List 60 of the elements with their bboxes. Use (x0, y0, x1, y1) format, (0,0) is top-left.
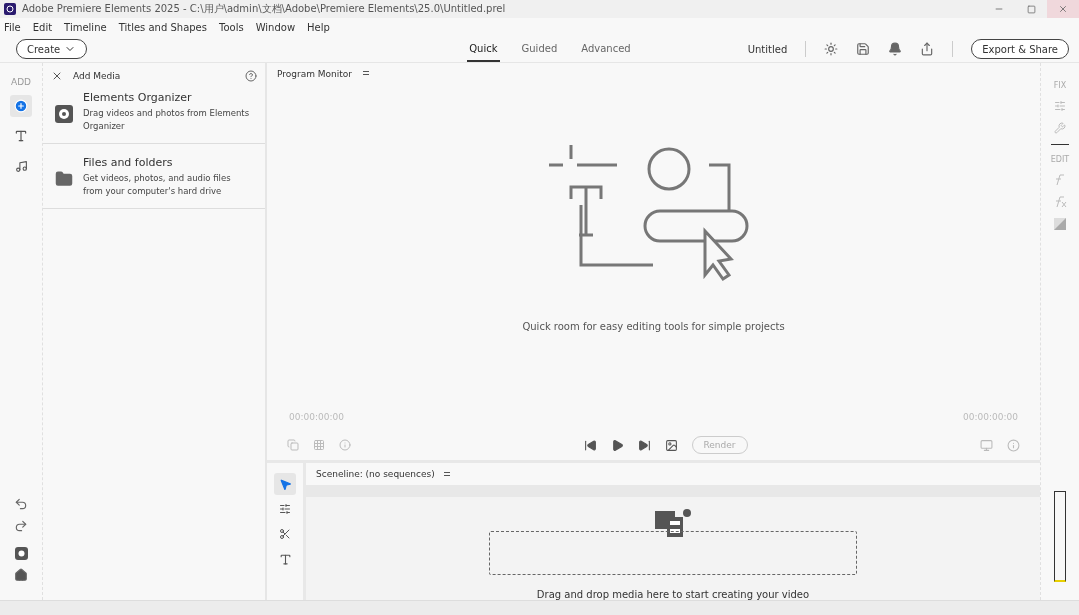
timeline-tool-button[interactable] (274, 473, 296, 495)
organizer-icon (55, 105, 73, 123)
source-title[interactable]: Elements Organizer (83, 91, 253, 104)
menu-item[interactable]: Tools (219, 21, 244, 33)
menu-icon[interactable] (362, 69, 371, 77)
pointer-icon (278, 477, 292, 491)
snapshot-icon[interactable] (664, 438, 678, 452)
undo-icon[interactable] (14, 497, 28, 511)
export-button[interactable]: Export & Share (971, 39, 1069, 59)
add-icon (14, 99, 28, 113)
menu-item[interactable]: Edit (32, 21, 53, 33)
create-button[interactable]: Create (16, 39, 88, 59)
project-name: Untitled (747, 43, 788, 55)
app-logo-icon (4, 3, 16, 15)
mode-tab[interactable]: Advanced (579, 36, 633, 62)
help-icon[interactable] (245, 70, 257, 82)
menu-item[interactable]: File (4, 21, 21, 33)
menu-icon[interactable] (442, 470, 451, 478)
brightness-icon[interactable] (824, 42, 839, 56)
rail-label: EDIT (1050, 155, 1070, 164)
play-icon[interactable] (610, 438, 624, 452)
next-icon[interactable] (637, 438, 651, 452)
split-icon (279, 503, 291, 515)
previous-icon[interactable] (583, 438, 597, 452)
menu-item[interactable]: Titles and Shapes (118, 21, 207, 33)
menu-item[interactable]: Timeline (64, 21, 107, 33)
timecode: 00:00:00:00 (289, 412, 344, 422)
music-icon (14, 159, 28, 173)
media-icon (653, 507, 693, 537)
panel-title: Sceneline: (no sequences) (316, 469, 435, 479)
source-title[interactable]: Files and folders (83, 156, 253, 169)
drop-zone[interactable] (489, 531, 857, 575)
folder-icon (55, 170, 73, 188)
rail-label: FIX (1053, 81, 1067, 90)
share-icon[interactable] (920, 42, 935, 56)
panel-title: Program Monitor (277, 69, 353, 79)
timecode: 00:00:00:00 (963, 412, 1018, 422)
menu-item[interactable]: Help (307, 21, 330, 33)
organizer-icon[interactable] (14, 547, 28, 560)
source-description: Get videos, photos, and audio files from your computer's hard drive (83, 172, 232, 198)
maximize-icon (1026, 4, 1036, 14)
monitor-message: Quick room for easy editing tools for simple projects (522, 321, 785, 332)
drop-message: Drag and drop media here to start creating your video (536, 589, 810, 600)
mode-tab[interactable]: Quick (467, 36, 500, 62)
titles-icon (14, 129, 28, 143)
menu-item[interactable]: Window (255, 21, 296, 33)
mode-tab[interactable]: Guided (519, 36, 560, 62)
save-icon[interactable] (856, 42, 871, 56)
rail-button[interactable] (10, 95, 32, 117)
source-description: Drag videos and photos from Elements Organizer (83, 107, 251, 133)
home-icon[interactable] (14, 568, 28, 582)
redo-icon[interactable] (14, 519, 28, 533)
bell-icon[interactable] (888, 42, 903, 56)
panel-title: Add Media (73, 71, 121, 81)
text-icon (278, 552, 292, 566)
window-title: Adobe Premiere Elements 2025 - C:\用户\admin\文档\Adobe\Premiere Elements\25.0\Untitled.prel (22, 2, 506, 16)
close-icon (1058, 4, 1068, 14)
scissors-icon (279, 528, 291, 540)
rail-label: ADD (11, 77, 31, 87)
close-icon[interactable] (51, 70, 63, 82)
